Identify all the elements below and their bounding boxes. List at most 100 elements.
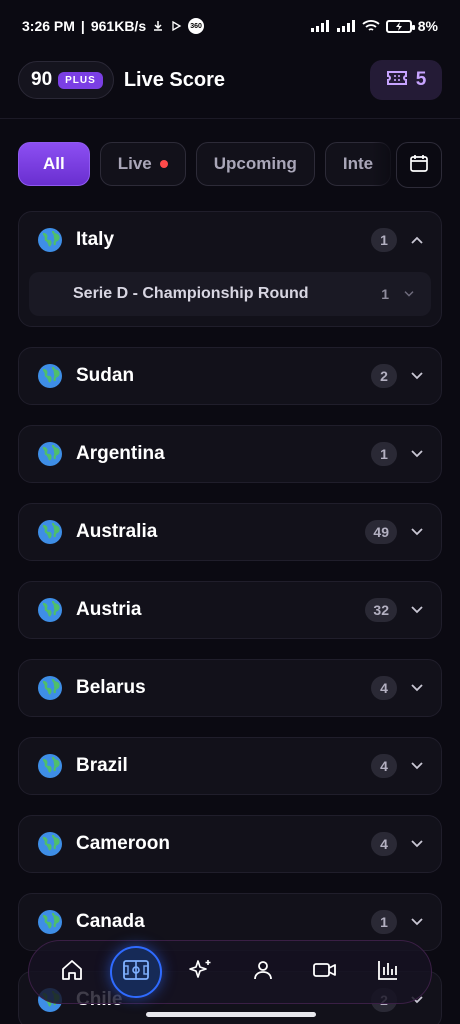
bottom-navigation xyxy=(28,940,432,1004)
tab-international-label: Inte xyxy=(342,154,374,173)
country-row[interactable]: Brazil 4 xyxy=(19,738,441,794)
sparkles-icon xyxy=(188,957,214,988)
country-name: Belarus xyxy=(76,677,146,698)
match-count-badge: 1 xyxy=(371,910,397,934)
football-pitch-icon xyxy=(122,959,150,986)
country-card: Cameroon 4 xyxy=(18,815,442,873)
globe-icon xyxy=(37,519,63,545)
network-speed: 961KB/s xyxy=(90,18,147,34)
brand-number: 90 xyxy=(31,69,53,90)
nav-home[interactable] xyxy=(48,948,96,996)
country-card: Argentina 1 xyxy=(18,425,442,483)
signal-icon xyxy=(310,20,330,32)
country-card: Italy 1 Serie D - Championship Round 1 xyxy=(18,211,442,327)
country-name: Cameroon xyxy=(76,833,170,854)
tab-live-label: Live xyxy=(117,154,152,173)
country-name: Brazil xyxy=(76,755,128,776)
wifi-icon xyxy=(362,19,380,33)
globe-icon xyxy=(37,909,63,935)
country-name: Italy xyxy=(76,229,115,250)
globe-icon xyxy=(37,753,63,779)
country-name: Argentina xyxy=(76,443,165,464)
nav-ai[interactable] xyxy=(177,948,225,996)
tickets-button[interactable]: 5 xyxy=(370,60,442,100)
match-count-badge: 4 xyxy=(371,676,397,700)
country-row[interactable]: Cameroon 4 xyxy=(19,816,441,872)
nav-videos[interactable] xyxy=(301,948,349,996)
chevron-down-icon[interactable] xyxy=(409,914,425,930)
country-name: Australia xyxy=(76,521,158,542)
match-count-badge: 1 xyxy=(371,228,397,252)
country-card: Austria 32 xyxy=(18,581,442,639)
ticket-count: 5 xyxy=(415,69,427,90)
chevron-up-icon[interactable] xyxy=(409,232,425,248)
home-icon xyxy=(60,958,84,987)
country-list: Italy 1 Serie D - Championship Round 1 Sudan… xyxy=(18,211,442,1024)
country-name: Canada xyxy=(76,911,145,932)
country-card: Belarus 4 xyxy=(18,659,442,717)
header-divider xyxy=(0,118,460,119)
country-row[interactable]: Italy 1 xyxy=(19,212,441,268)
tab-live[interactable]: Live xyxy=(99,142,186,186)
battery-level: 8% xyxy=(417,18,438,34)
match-count-badge: 49 xyxy=(365,520,397,544)
tabs-fade xyxy=(372,142,396,188)
chevron-down-icon[interactable] xyxy=(409,836,425,852)
chevron-down-icon[interactable] xyxy=(409,524,425,540)
tab-upcoming[interactable]: Upcoming xyxy=(195,142,315,186)
match-count-badge: 4 xyxy=(371,754,397,778)
nav-stats[interactable] xyxy=(364,948,412,996)
stats-icon xyxy=(376,958,400,987)
globe-icon xyxy=(37,831,63,857)
globe-icon xyxy=(37,675,63,701)
chevron-down-icon[interactable] xyxy=(409,368,425,384)
league-name: Serie D - Championship Round xyxy=(73,285,309,302)
country-row[interactable]: Australia 49 xyxy=(19,504,441,560)
app-notification-icon: 360 xyxy=(188,18,205,34)
match-count-badge: 2 xyxy=(371,364,397,388)
globe-icon xyxy=(37,597,63,623)
country-row[interactable]: Argentina 1 xyxy=(19,426,441,482)
live-indicator-dot xyxy=(159,160,168,168)
status-bar: 3:26 PM | 961KB/s 360 8% xyxy=(22,18,438,34)
calendar-button[interactable] xyxy=(396,142,442,188)
country-name: Sudan xyxy=(76,365,135,386)
ticket-icon xyxy=(386,70,408,91)
home-indicator xyxy=(146,1012,316,1017)
status-time: 3:26 PM xyxy=(22,18,75,34)
nav-matches[interactable] xyxy=(110,946,163,998)
globe-icon xyxy=(37,227,63,253)
chevron-down-icon[interactable] xyxy=(401,286,417,302)
tab-all[interactable]: All xyxy=(18,142,90,186)
chevron-down-icon[interactable] xyxy=(409,758,425,774)
tab-upcoming-label: Upcoming xyxy=(213,154,297,173)
page-title: Live Score xyxy=(123,68,225,91)
country-card: Sudan 2 xyxy=(18,347,442,405)
signal-icon-2 xyxy=(336,20,356,32)
country-name: Austria xyxy=(76,599,142,620)
globe-icon xyxy=(37,363,63,389)
video-icon xyxy=(312,960,338,985)
plus-badge: PLUS xyxy=(58,71,103,89)
battery-icon xyxy=(385,19,415,33)
country-row[interactable]: Belarus 4 xyxy=(19,660,441,716)
download-icon xyxy=(152,20,164,32)
profile-icon xyxy=(251,958,275,987)
app-header: 90 PLUS Live Score 5 xyxy=(18,60,442,100)
match-count-badge: 4 xyxy=(371,832,397,856)
country-card: Australia 49 xyxy=(18,503,442,561)
globe-icon xyxy=(37,441,63,467)
country-row[interactable]: Austria 32 xyxy=(19,582,441,638)
brand-logo[interactable]: 90 PLUS xyxy=(18,61,114,99)
chevron-down-icon[interactable] xyxy=(409,446,425,462)
match-count-badge: 32 xyxy=(365,598,397,622)
calendar-icon xyxy=(409,153,429,178)
tab-all-label: All xyxy=(43,154,65,173)
nav-profile[interactable] xyxy=(239,948,287,996)
chevron-down-icon[interactable] xyxy=(409,602,425,618)
country-card: Brazil 4 xyxy=(18,737,442,795)
chevron-down-icon[interactable] xyxy=(409,680,425,696)
league-match-count: 1 xyxy=(381,286,389,302)
league-row[interactable]: Serie D - Championship Round 1 xyxy=(29,272,431,316)
country-row[interactable]: Sudan 2 xyxy=(19,348,441,404)
